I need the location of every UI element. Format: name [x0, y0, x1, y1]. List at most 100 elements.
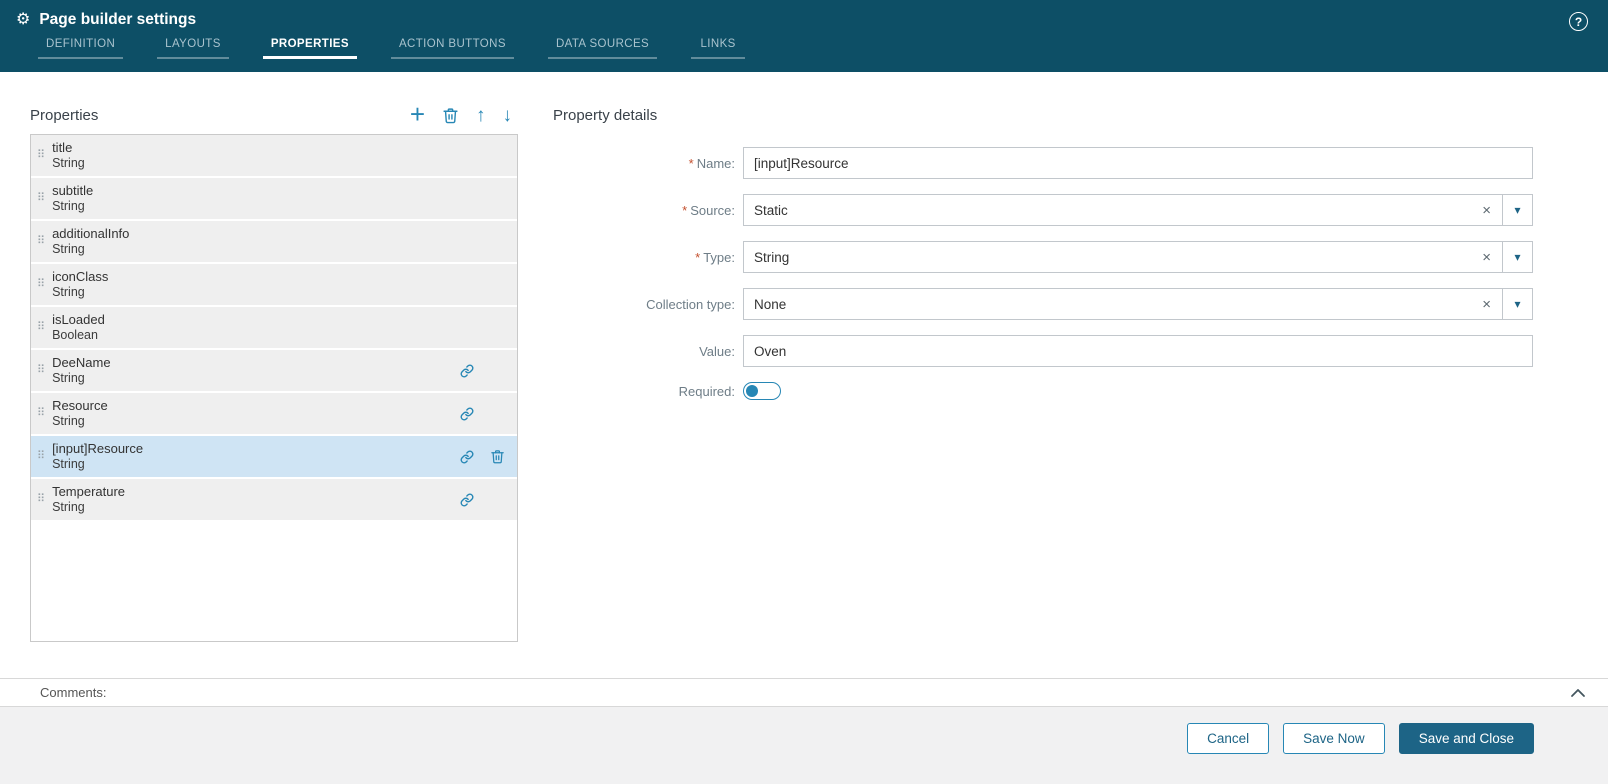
property-row-additionalinfo[interactable]: ⠿ additionalInfo String [31, 221, 517, 262]
row-delete-icon[interactable] [490, 449, 505, 464]
collection-type-value[interactable] [744, 289, 1472, 319]
page-title: Page builder settings [39, 11, 197, 28]
property-type: String [52, 241, 85, 256]
property-type: String [52, 284, 85, 299]
move-up-button[interactable]: ↑ [476, 106, 486, 125]
drag-handle-icon[interactable]: ⠿ [37, 365, 45, 376]
name-label: Name: [696, 155, 735, 171]
header: ⚙ Page builder settings ? DEFINITION LAY… [0, 0, 1608, 72]
add-property-button[interactable]: + [410, 101, 425, 127]
property-row-isloaded[interactable]: ⠿ isLoaded Boolean [31, 307, 517, 348]
tab-action-buttons[interactable]: ACTION BUTTONS [390, 34, 514, 59]
chevron-down-icon[interactable]: ▾ [1502, 195, 1532, 225]
properties-toolbar: + ↑ ↓ [410, 101, 518, 127]
drag-handle-icon[interactable]: ⠿ [37, 236, 45, 247]
source-value[interactable] [744, 195, 1472, 225]
chevron-down-icon[interactable]: ▾ [1502, 242, 1532, 272]
property-row-temperature[interactable]: ⠿ Temperature String [31, 479, 517, 520]
property-type: String [52, 370, 85, 385]
required-label: Required: [678, 383, 735, 399]
name-input[interactable] [743, 147, 1533, 179]
required-marker: * [695, 249, 701, 265]
collapse-chevron-icon[interactable] [1570, 687, 1586, 698]
property-name: DeeName [52, 354, 111, 370]
bind-link-icon[interactable] [460, 450, 474, 464]
details-panel-title: Property details [553, 106, 658, 124]
properties-panel-header: Properties + ↑ ↓ [30, 101, 518, 128]
property-name: isLoaded [52, 311, 105, 327]
drag-handle-icon[interactable]: ⠿ [37, 408, 45, 419]
bind-link-icon[interactable] [460, 493, 474, 507]
required-field-row: Required: [553, 382, 1533, 400]
drag-handle-icon[interactable]: ⠿ [37, 494, 45, 505]
required-marker: * [688, 155, 694, 171]
property-type: Boolean [52, 327, 98, 342]
tab-links[interactable]: LINKS [691, 34, 746, 59]
main-content: Properties + ↑ ↓ ⠿ title String ⠿ subtit… [0, 72, 1608, 678]
header-title-row: ⚙ Page builder settings [0, 0, 1608, 31]
type-label: Type: [703, 249, 735, 265]
save-and-close-button[interactable]: Save and Close [1398, 723, 1534, 754]
property-row-subtitle[interactable]: ⠿ subtitle String [31, 178, 517, 219]
drag-handle-icon[interactable]: ⠿ [37, 451, 45, 462]
comments-label: Comments: [40, 685, 107, 700]
drag-handle-icon[interactable]: ⠿ [37, 193, 45, 204]
property-name: iconClass [52, 268, 109, 284]
property-type: String [52, 155, 85, 170]
help-icon[interactable]: ? [1569, 12, 1588, 31]
details-panel-header: Property details [553, 102, 1533, 128]
gear-icon: ⚙ [16, 11, 31, 28]
collection-type-field-row: Collection type: × ▾ [553, 288, 1533, 320]
drag-handle-icon[interactable]: ⠿ [37, 279, 45, 290]
clear-icon[interactable]: × [1471, 297, 1502, 312]
drag-handle-icon[interactable]: ⠿ [37, 322, 45, 333]
type-value[interactable] [744, 242, 1472, 272]
tab-properties[interactable]: PROPERTIES [262, 34, 357, 59]
move-down-button[interactable]: ↓ [503, 106, 513, 125]
source-label: Source: [690, 202, 735, 218]
properties-panel: Properties + ↑ ↓ ⠿ title String ⠿ subtit… [30, 101, 518, 678]
drag-handle-icon[interactable]: ⠿ [37, 150, 45, 161]
property-name: title [52, 139, 73, 155]
property-type: String [52, 413, 85, 428]
property-row-resource[interactable]: ⠿ Resource String [31, 393, 517, 434]
collection-type-dropdown[interactable]: × ▾ [743, 288, 1533, 320]
value-label: Value: [699, 343, 735, 359]
required-marker: * [682, 202, 688, 218]
bind-link-icon[interactable] [460, 364, 474, 378]
source-field-row: *Source: × ▾ [553, 194, 1533, 226]
property-row-deename[interactable]: ⠿ DeeName String [31, 350, 517, 391]
property-name: subtitle [52, 182, 94, 198]
source-dropdown[interactable]: × ▾ [743, 194, 1533, 226]
cancel-button[interactable]: Cancel [1187, 723, 1270, 754]
clear-icon[interactable]: × [1471, 250, 1502, 265]
properties-panel-title: Properties [30, 106, 99, 124]
type-dropdown[interactable]: × ▾ [743, 241, 1533, 273]
property-type: String [52, 198, 85, 213]
property-name: Temperature [52, 483, 126, 499]
delete-property-button[interactable] [442, 107, 459, 124]
value-input[interactable] [743, 335, 1533, 367]
required-toggle[interactable] [743, 382, 781, 400]
property-details-form: *Name: *Source: × ▾ *Type: [553, 147, 1533, 415]
properties-list: ⠿ title String ⠿ subtitle String ⠿ addit… [30, 134, 518, 642]
tab-definition[interactable]: DEFINITION [38, 34, 124, 59]
collection-type-label: Collection type: [646, 296, 735, 312]
tab-bar: DEFINITION LAYOUTS PROPERTIES ACTION BUT… [0, 34, 1608, 59]
tab-layouts[interactable]: LAYOUTS [157, 34, 229, 59]
property-row-input-resource[interactable]: ⠿ [input]Resource String [31, 436, 517, 477]
bind-link-icon[interactable] [460, 407, 474, 421]
save-now-button[interactable]: Save Now [1283, 723, 1385, 754]
property-type: String [52, 456, 85, 471]
property-name: Resource [52, 397, 108, 413]
clear-icon[interactable]: × [1471, 203, 1502, 218]
name-field-row: * Name: [553, 147, 1533, 179]
property-row-iconclass[interactable]: ⠿ iconClass String [31, 264, 517, 305]
type-field-row: *Type: × ▾ [553, 241, 1533, 273]
value-field-row: Value: [553, 335, 1533, 367]
chevron-down-icon[interactable]: ▾ [1502, 289, 1532, 319]
toggle-knob [746, 385, 758, 397]
property-details-panel: Property details *Name: *Source: × ▾ [553, 102, 1533, 678]
property-row-title[interactable]: ⠿ title String [31, 135, 517, 176]
tab-data-sources[interactable]: DATA SOURCES [547, 34, 658, 59]
